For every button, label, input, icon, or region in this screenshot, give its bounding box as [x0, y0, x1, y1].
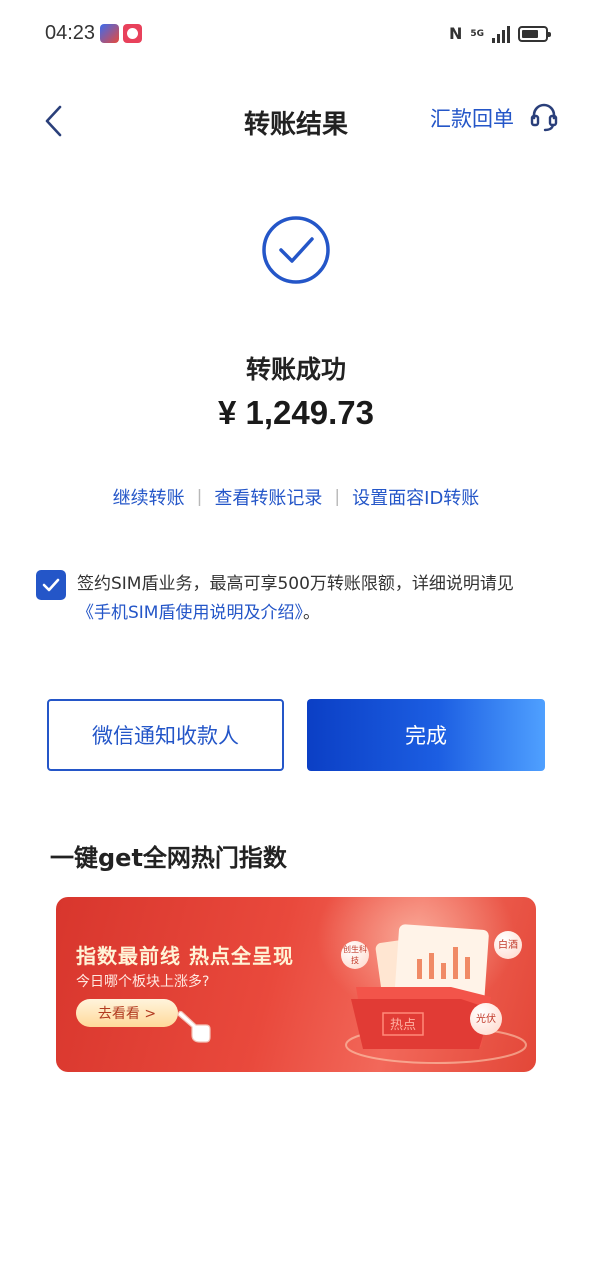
sim-shield-guide-link[interactable]: 《手机SIM盾使用说明及介绍》 [77, 603, 303, 623]
banner-headline: 指数最前线 热点全呈现 [76, 944, 294, 968]
divider: | [196, 487, 203, 507]
app-notification-icon [123, 24, 142, 43]
section-title: 一键get全网热门指数 [50, 844, 287, 872]
success-check-icon [260, 214, 332, 286]
transfer-amount: ¥ 1,249.73 [218, 394, 374, 431]
banner-cta-button[interactable]: 去看看 > [76, 999, 178, 1027]
banner-art-text: 热点 [390, 1018, 416, 1033]
faceid-transfer-link[interactable]: 设置面容ID转账 [352, 484, 479, 510]
status-bar: 04:23 N 5G [0, 0, 592, 68]
pointing-hand-icon [177, 1010, 211, 1043]
divider: | [334, 487, 341, 507]
nfc-icon: N [448, 24, 463, 43]
receipt-link[interactable]: 汇款回单 [430, 103, 514, 133]
agreement-text: 签约SIM盾业务，最高可享500万转账限额，详细说明请见 《手机SIM盾使用说明… [77, 570, 547, 628]
result-status: 转账成功 [245, 355, 346, 384]
status-time: 04:23 [45, 22, 96, 44]
app-notification-icon [100, 24, 119, 43]
banner-subtitle: 今日哪个板块上涨多? [76, 974, 210, 990]
continue-transfer-link[interactable]: 继续转账 [113, 484, 185, 510]
banner-tag: 创生科技 [341, 941, 369, 969]
customer-service-button[interactable] [530, 102, 558, 132]
status-icons: N 5G [448, 24, 551, 43]
action-links: 继续转账 | 查看转账记录 | 设置面容ID转账 [0, 484, 592, 510]
battery-icon [518, 25, 551, 42]
transfer-history-link[interactable]: 查看转账记录 [214, 484, 322, 510]
agreement-checkbox[interactable] [36, 570, 66, 600]
agreement-suffix: 。 [302, 603, 320, 623]
signal-icon [492, 25, 510, 43]
banner-tag: 白酒 [494, 931, 522, 959]
headset-icon [530, 103, 558, 132]
promo-banner[interactable]: 指数最前线 热点全呈现 今日哪个板块上涨多? 去看看 > 热点 创生科技 白酒 … [56, 897, 536, 1072]
banner-tag: 光伏 [470, 1003, 502, 1035]
agreement-description: 签约SIM盾业务，最高可享500万转账限额，详细说明请见 [77, 574, 514, 594]
done-button[interactable]: 完成 [307, 699, 545, 771]
network-type: 5G [470, 28, 484, 39]
wechat-notify-button[interactable]: 微信通知收款人 [47, 699, 284, 771]
checkmark-icon [42, 578, 60, 592]
